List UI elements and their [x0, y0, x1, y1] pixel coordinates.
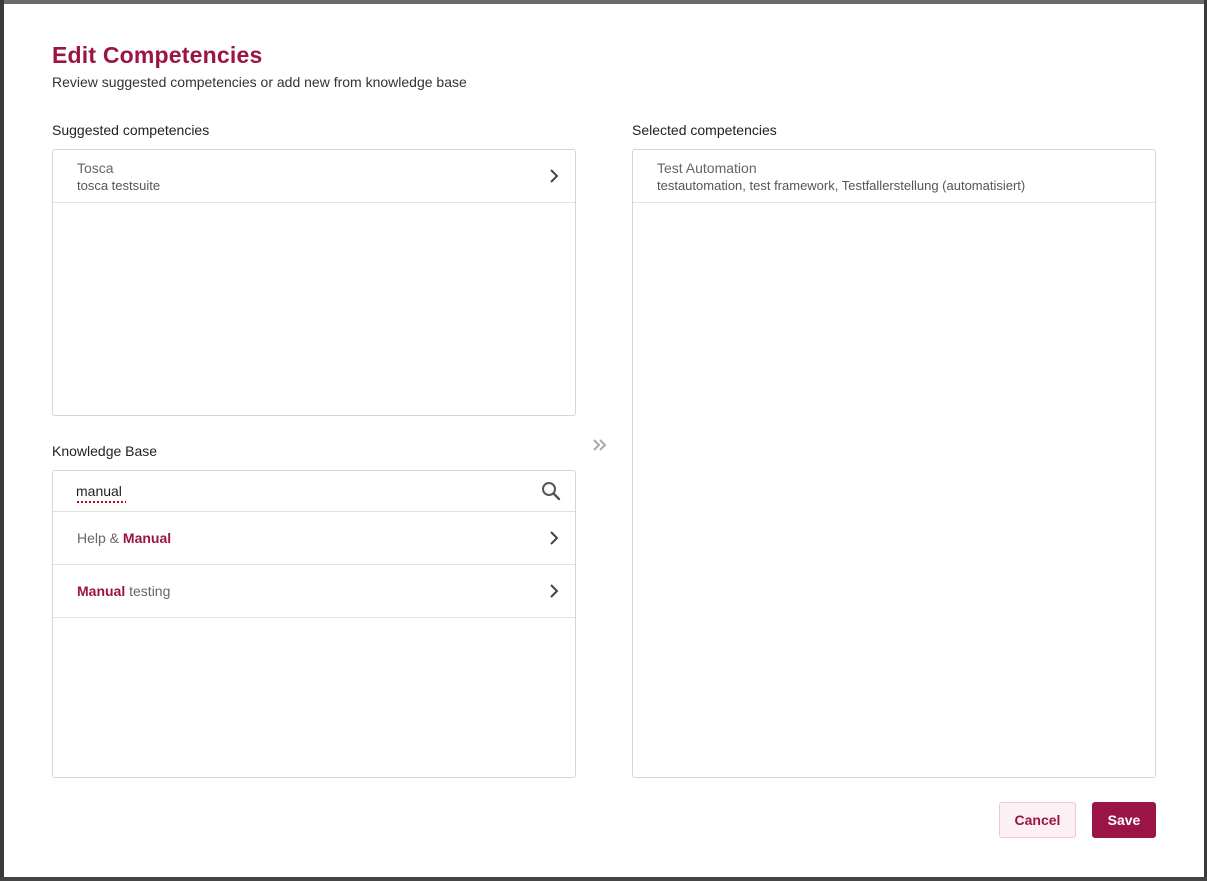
selected-competencies-list: Test Automation testautomation, test fra…: [632, 149, 1156, 778]
competency-name: Tosca: [77, 160, 114, 176]
cancel-button[interactable]: Cancel: [999, 802, 1076, 838]
competency-name: Test Automation: [657, 160, 757, 176]
chevron-right-icon: [550, 169, 559, 183]
search-icon[interactable]: [541, 481, 561, 501]
knowledge-base-label: Knowledge Base: [52, 443, 158, 459]
knowledge-base-result-manual-testing[interactable]: Manual testing: [53, 565, 575, 618]
knowledge-base-panel: Help & Manual Manual testing: [52, 470, 576, 778]
background-edge: [0, 877, 1207, 881]
knowledge-base-search: [53, 471, 575, 512]
knowledge-base-search-input[interactable]: [76, 480, 516, 502]
result-label: Manual testing: [77, 583, 171, 599]
knowledge-base-result-help-manual[interactable]: Help & Manual: [53, 512, 575, 565]
selected-item-test-automation[interactable]: Test Automation testautomation, test fra…: [633, 150, 1155, 203]
competency-keywords: tosca testsuite: [77, 178, 161, 193]
dialog-subtitle: Review suggested competencies or add new…: [52, 74, 467, 90]
double-chevron-right-icon: [593, 439, 607, 451]
suggested-item-tosca[interactable]: Tosca tosca testsuite: [53, 150, 575, 203]
selected-competencies-label: Selected competencies: [632, 122, 777, 138]
competency-keywords: testautomation, test framework, Testfall…: [657, 178, 1026, 193]
chevron-right-icon: [550, 531, 559, 545]
spellcheck-underline: [77, 501, 126, 503]
suggested-competencies-label: Suggested competencies: [52, 122, 210, 138]
chevron-right-icon: [550, 584, 559, 598]
save-button[interactable]: Save: [1092, 802, 1156, 838]
result-label: Help & Manual: [77, 530, 172, 546]
dialog-title: Edit Competencies: [52, 42, 263, 68]
suggested-competencies-list: Tosca tosca testsuite: [52, 149, 576, 416]
edit-competencies-dialog: Edit Competencies Review suggested compe…: [4, 4, 1204, 877]
